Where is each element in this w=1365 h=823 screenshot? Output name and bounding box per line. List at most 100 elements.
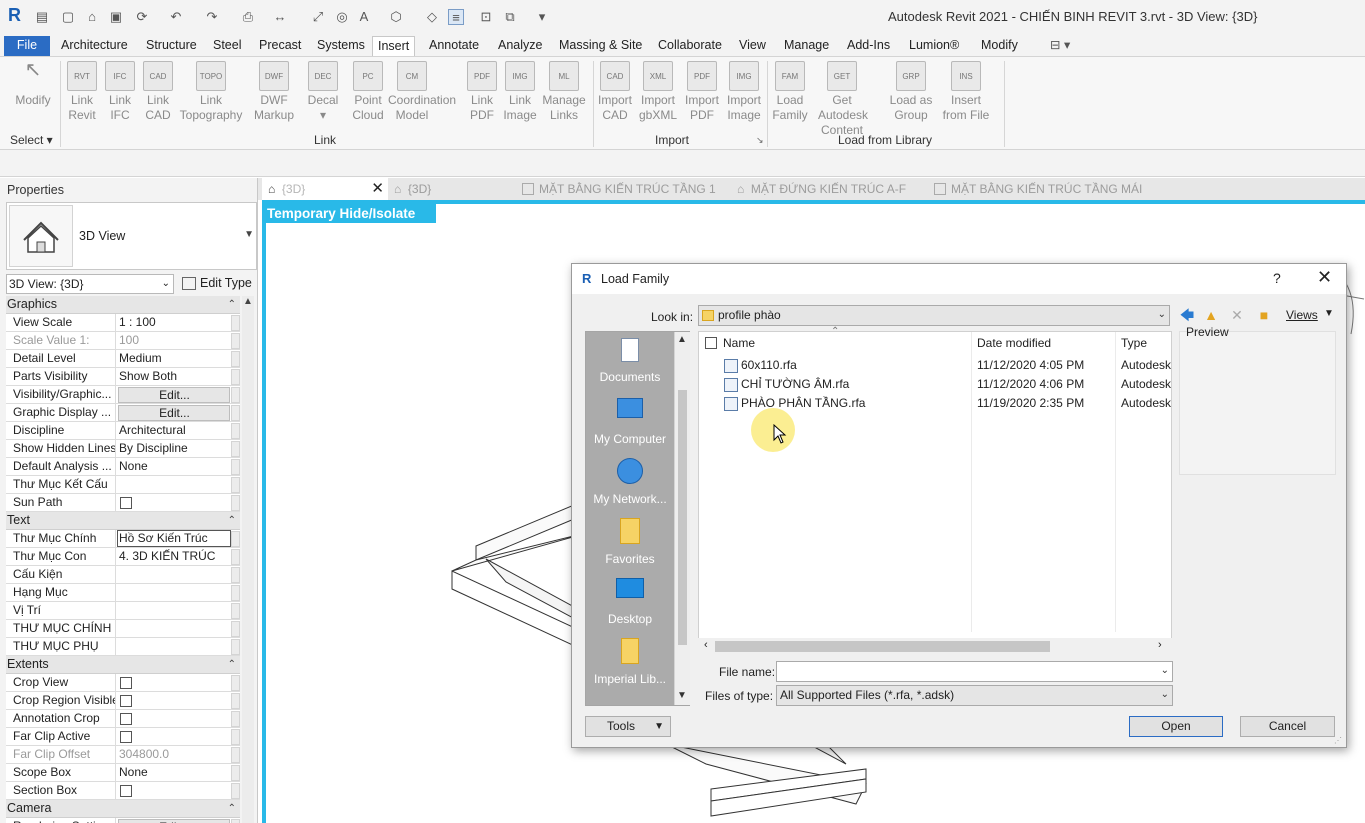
thin-lines-icon[interactable]: ≡	[448, 9, 464, 25]
tab-annotate[interactable]: Annotate	[424, 36, 484, 56]
select-all-checkbox[interactable]	[705, 337, 717, 349]
back-arrow-icon[interactable]: 🡄	[1179, 307, 1195, 323]
column-date-modified[interactable]: Date modified	[977, 332, 1051, 354]
property-checkbox[interactable]	[120, 695, 132, 707]
close-hidden-icon[interactable]: ⊡	[478, 9, 494, 25]
property-value[interactable]: 1 : 100	[118, 314, 230, 331]
close-icon[interactable]: ✕	[371, 178, 384, 200]
property-checkbox[interactable]	[120, 785, 132, 797]
place-desktop[interactable]: Desktop	[586, 578, 674, 626]
tag-icon[interactable]: ◎	[334, 9, 350, 25]
property-value[interactable]: Show Both	[118, 368, 230, 385]
file-row[interactable]: 60x110.rfa 11/12/2020 4:05 PM Autodesk	[699, 356, 1171, 375]
text-icon[interactable]: A	[356, 9, 372, 25]
file-list-hscroll[interactable]: ‹ ›	[698, 638, 1172, 655]
property-group-text[interactable]: Text ⌃	[6, 512, 240, 530]
section-icon[interactable]: ◇	[424, 9, 440, 25]
property-edit-button[interactable]: Edit...	[118, 819, 230, 823]
tab-analyze[interactable]: Analyze	[493, 36, 547, 56]
file-row[interactable]: CHỈ TƯỜNG ÂM.rfa 11/12/2020 4:06 PM Autode…	[699, 375, 1171, 394]
files-of-type-dropdown[interactable]: All Supported Files (*.rfa, *.adsk) ⌄	[776, 685, 1173, 706]
up-folder-icon[interactable]: ▲	[1203, 307, 1219, 323]
place-favorites[interactable]: Favorites	[586, 518, 674, 566]
open-icon[interactable]: ⌂	[84, 9, 100, 25]
close-button[interactable]: ✕	[1317, 267, 1332, 288]
property-group-graphics[interactable]: Graphics ⌃	[6, 296, 240, 314]
new-folder-icon[interactable]: ■	[1256, 307, 1272, 323]
tab-collaborate[interactable]: Collaborate	[653, 36, 727, 56]
library-button-1[interactable]: GET Get Autodesk Content	[818, 61, 868, 138]
link-button-2[interactable]: CAD Link CAD	[134, 61, 182, 123]
link-button-6[interactable]: PC Point Cloud	[344, 61, 392, 123]
chevron-down-icon[interactable]: ⌄	[1161, 662, 1169, 680]
dimension-icon[interactable]: ⤢	[310, 9, 326, 25]
measure-icon[interactable]: ↔	[272, 9, 288, 25]
collapse-icon[interactable]: ⌃	[228, 800, 236, 817]
scroll-thumb[interactable]	[678, 390, 687, 645]
scroll-right-icon[interactable]: ›	[1158, 639, 1162, 651]
link-button-4[interactable]: DWF DWF Markup	[250, 61, 298, 123]
sync-icon[interactable]: ⟳	[134, 9, 150, 25]
link-button-10[interactable]: ML Manage Links	[540, 61, 588, 123]
edit-type-button[interactable]: Edit Type	[180, 274, 252, 294]
redo-icon[interactable]: ↷	[204, 9, 220, 25]
tab-view[interactable]: View	[734, 36, 771, 56]
property-edit-button[interactable]: Edit...	[118, 387, 230, 403]
library-button-3[interactable]: INS Insert from File	[942, 61, 990, 123]
tab-systems[interactable]: Systems	[312, 36, 370, 56]
link-button-5[interactable]: DEC Decal ▾	[299, 61, 347, 123]
tab-precast[interactable]: Precast	[254, 36, 306, 56]
view-tab-3d[interactable]: ⌂ {3D} ✕	[262, 178, 388, 200]
scroll-down-icon[interactable]: ▼	[677, 690, 687, 701]
property-checkbox[interactable]	[120, 713, 132, 725]
property-checkbox[interactable]	[120, 497, 132, 509]
property-value[interactable]: Medium	[118, 350, 230, 367]
property-value[interactable]: By Discipline	[118, 440, 230, 457]
scroll-up-icon[interactable]: ▲	[677, 334, 687, 345]
tab-steel[interactable]: Steel	[208, 36, 247, 56]
tab-modify[interactable]: Modify	[976, 36, 1023, 56]
home-icon[interactable]: ▤	[34, 9, 50, 25]
property-value[interactable]: Architectural	[118, 422, 230, 439]
collapse-icon[interactable]: ⌃	[228, 656, 236, 673]
column-name[interactable]: Name	[723, 332, 755, 354]
tools-button[interactable]: Tools ▼	[585, 716, 671, 737]
print-icon[interactable]: ⎙	[240, 9, 256, 25]
scroll-thumb[interactable]	[715, 641, 1050, 652]
view-tab-roof-plan[interactable]: MẶT BẰNG KIẾN TRÚC TẦNG MÁI	[934, 178, 1164, 200]
column-type[interactable]: Type	[1121, 332, 1147, 354]
property-checkbox[interactable]	[120, 731, 132, 743]
instance-selector[interactable]: 3D View: {3D} ⌄	[6, 274, 174, 294]
3d-view-icon[interactable]: ⬡	[388, 9, 404, 25]
save-icon[interactable]: ▣	[108, 9, 124, 25]
tab-massing-site[interactable]: Massing & Site	[554, 36, 647, 56]
link-button-3[interactable]: TOPO Link Topography	[178, 61, 244, 123]
place-my-network[interactable]: My Network...	[586, 458, 674, 506]
switch-windows-icon[interactable]: ⧉	[502, 9, 518, 25]
place-imperial-library[interactable]: Imperial Lib...	[586, 638, 674, 686]
select-dropdown[interactable]: Select ▾	[10, 133, 53, 147]
property-value[interactable]: None	[118, 764, 230, 781]
import-button-1[interactable]: XML Import gbXML	[634, 61, 682, 123]
import-button-3[interactable]: IMG Import Image	[720, 61, 768, 123]
import-button-2[interactable]: PDF Import PDF	[678, 61, 726, 123]
revit-logo[interactable]: R	[8, 5, 21, 26]
tab-manage[interactable]: Manage	[779, 36, 834, 56]
library-button-0[interactable]: FAM Load Family	[766, 61, 814, 123]
library-button-2[interactable]: GRP Load as Group	[887, 61, 935, 123]
view-tab-elevation[interactable]: ⌂ MẶT ĐỨNG KIẾN TRÚC A-F	[737, 178, 912, 200]
import-button-0[interactable]: CAD Import CAD	[591, 61, 639, 123]
delete-icon[interactable]: ✕	[1229, 307, 1245, 323]
import-settings-icon[interactable]: ↘	[756, 135, 764, 146]
chevron-down-icon[interactable]: ▼	[1324, 308, 1334, 319]
property-value[interactable]: 4. 3D KIẾN TRÚC	[118, 548, 230, 565]
ribbon-minimize-icon[interactable]: ⊟ ▾	[1045, 36, 1075, 56]
property-checkbox[interactable]	[120, 677, 132, 689]
views-menu[interactable]: Views	[1286, 308, 1318, 322]
tab-architecture[interactable]: Architecture	[56, 36, 133, 56]
tab-lumion[interactable]: Lumion®	[904, 36, 964, 56]
undo-icon[interactable]: ↶	[168, 9, 184, 25]
collapse-icon[interactable]: ⌃	[228, 512, 236, 529]
look-in-dropdown[interactable]: profile phào ⌄	[698, 305, 1170, 326]
modify-button[interactable]: ↖ Modify	[10, 60, 56, 108]
